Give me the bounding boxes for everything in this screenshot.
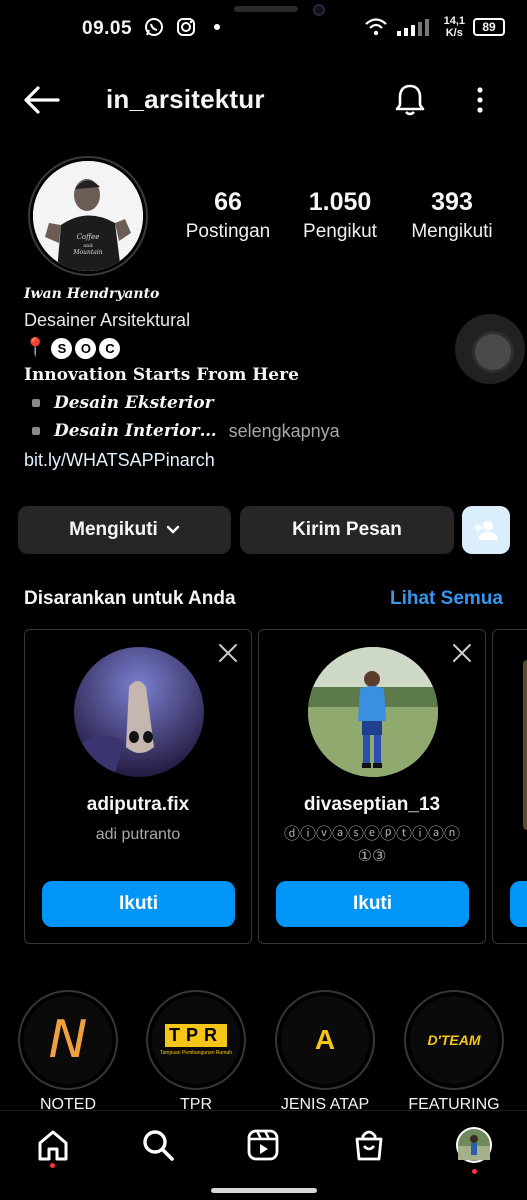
highlight-featuring[interactable]: D'TEAM FEATURING (404, 990, 504, 1114)
profile-notification-dot-icon (472, 1169, 477, 1174)
bio-item-interior: Desain Interior… selengkapnya (24, 421, 504, 442)
profile-avatar (456, 1127, 492, 1163)
suggestion-username[interactable]: divaseptian_13 (259, 794, 485, 816)
chevron-down-icon (166, 525, 180, 534)
bio-item-exterior: Desain Eksterior (24, 393, 504, 413)
nav-reels[interactable] (243, 1125, 283, 1165)
bottom-nav (0, 1110, 527, 1200)
bio-tagline: Innovation Starts From Here (24, 364, 299, 385)
svg-text:Mountain: Mountain (72, 249, 102, 256)
bio-fullname: Iwan Hendryanto (24, 286, 160, 302)
bell-icon[interactable] (392, 82, 428, 118)
home-notification-dot-icon (50, 1163, 55, 1168)
profile-bio: Iwan Hendryanto Desainer Arsitektural 📍 … (24, 286, 504, 471)
highlight-cover: A (281, 996, 369, 1084)
reels-icon (247, 1129, 279, 1161)
close-icon[interactable] (217, 642, 239, 664)
follow-button[interactable] (510, 881, 527, 927)
follow-button[interactable]: Ikuti (276, 881, 469, 927)
suggestion-card-partial[interactable] (492, 629, 527, 944)
suggestion-avatar[interactable] (74, 647, 204, 777)
back-arrow-icon[interactable] (22, 84, 62, 116)
nav-profile[interactable] (454, 1125, 494, 1165)
notification-dot-icon (214, 24, 220, 30)
bullet-icon (32, 427, 40, 436)
highlight-cover: TPR Tampuan Pembangunan Rumah (152, 996, 240, 1084)
suggestion-fullname: adi putranto (95, 826, 181, 843)
suggestion-avatar[interactable] (308, 647, 438, 777)
suggestion-fullname: ⓓⓘⓥⓐⓢⓔⓟⓣⓘⓐⓝ ①③ (283, 826, 460, 865)
nav-shop[interactable] (349, 1125, 389, 1165)
avatar-photo: Coffee and Mountain (33, 161, 143, 271)
see-all-link[interactable]: Lihat Semua (390, 588, 503, 610)
shop-icon (355, 1130, 383, 1161)
bullet-icon (32, 398, 40, 407)
home-indicator (211, 1188, 317, 1193)
stat-followers[interactable]: 1.050 Pengikut (290, 188, 390, 243)
battery-indicator: 89 (473, 18, 505, 36)
profile-avatar[interactable]: Coffee and Mountain (28, 156, 148, 276)
network-speed: 14,1 K/s (443, 15, 465, 39)
close-icon[interactable] (451, 642, 473, 664)
more-options-icon[interactable] (468, 84, 492, 116)
signal-icon (396, 19, 429, 36)
suggested-title: Disarankan untuk Anda (24, 588, 236, 609)
assistive-touch-bubble[interactable] (455, 314, 525, 384)
suggestion-username[interactable]: adiputra.fix (25, 794, 251, 816)
stat-posts[interactable]: 66 Postingan (170, 188, 286, 243)
highlight-cover: N (24, 996, 112, 1084)
location-letters: S O C (51, 337, 121, 359)
suggestion-card[interactable]: divaseptian_13 ⓓⓘⓥⓐⓢⓔⓟⓣⓘⓐⓝ ①③ Ikuti (258, 629, 486, 944)
suggestion-avatar (523, 660, 527, 830)
suggestion-card[interactable]: adiputra.fix adi putranto Ikuti (24, 629, 252, 944)
pin-icon: 📍 (24, 337, 47, 357)
home-icon (38, 1130, 68, 1161)
highlight-noted[interactable]: N NOTED (18, 990, 118, 1114)
status-bar: 09.05 14,1 K/s 89 (0, 0, 527, 58)
profile-stats: 66 Postingan 1.050 Pengikut 393 Mengikut… (170, 188, 510, 258)
following-button[interactable]: Mengikuti (18, 506, 231, 554)
whatsapp-icon (145, 18, 163, 36)
svg-text:Coffee: Coffee (77, 233, 100, 241)
bio-more-link[interactable]: selengkapnya (229, 421, 340, 442)
status-time: 09.05 (82, 18, 133, 39)
bio-category: Desainer Arsitektural (24, 310, 191, 330)
nav-search[interactable] (138, 1125, 178, 1165)
notch-indicator (234, 6, 298, 12)
highlight-tpr[interactable]: TPR Tampuan Pembangunan Rumah TPR (146, 990, 246, 1114)
nav-home[interactable] (33, 1125, 73, 1165)
stat-following[interactable]: 393 Mengikuti (402, 188, 502, 243)
follow-button[interactable]: Ikuti (42, 881, 235, 927)
profile-header: in_arsitektur (0, 70, 527, 130)
bio-website-link[interactable]: bit.ly/WHATSAPPinarch (24, 450, 504, 471)
front-camera (313, 4, 325, 16)
profile-username: in_arsitektur (106, 84, 265, 114)
bio-location: 📍 S O C (24, 337, 504, 359)
highlight-jenis-atap[interactable]: A JENIS ATAP (275, 990, 375, 1114)
message-button[interactable]: Kirim Pesan (240, 506, 454, 554)
wifi-icon (364, 18, 387, 36)
add-user-icon (474, 521, 498, 540)
search-icon (143, 1130, 174, 1161)
highlight-cover: D'TEAM (410, 996, 498, 1084)
instagram-icon (177, 18, 195, 36)
suggest-users-button[interactable] (462, 506, 510, 554)
